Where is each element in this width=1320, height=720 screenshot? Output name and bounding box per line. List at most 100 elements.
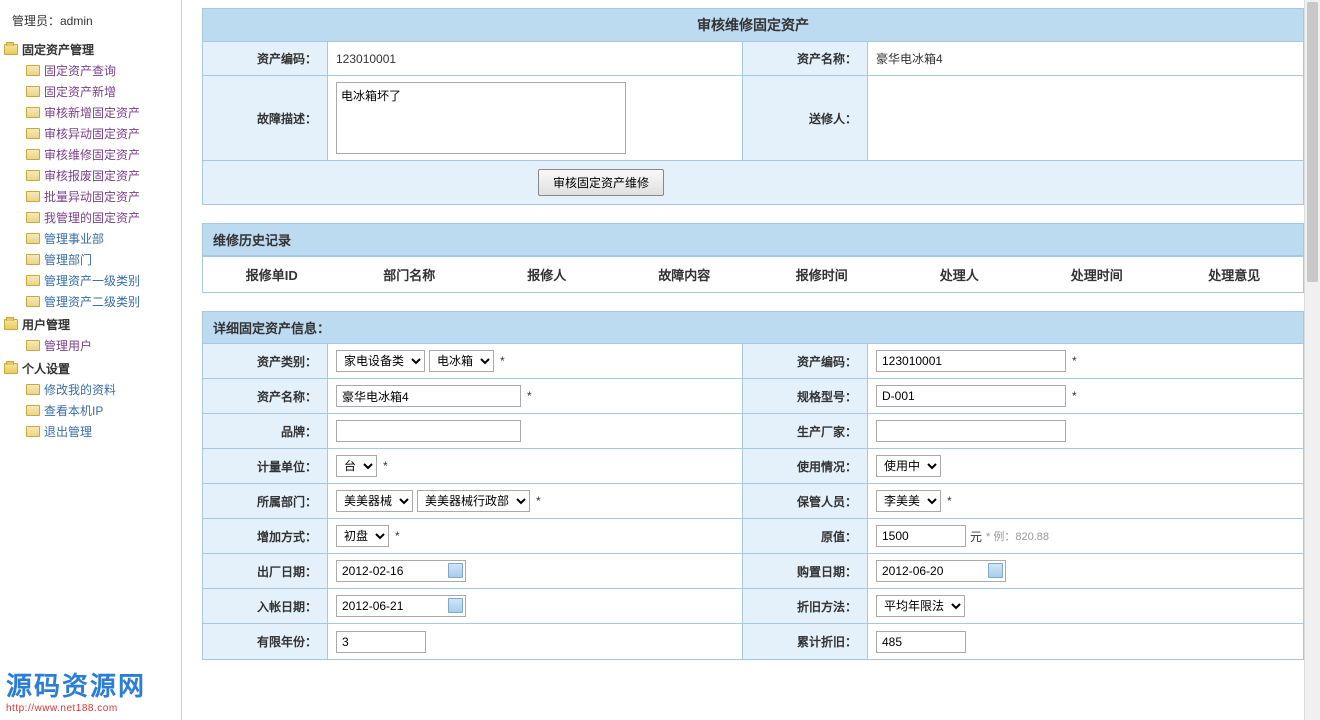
main-content: 审核维修固定资产 资产编码： 123010001 资产名称： 豪华电冰箱4 故障… (182, 0, 1320, 720)
calendar-icon[interactable] (448, 563, 463, 578)
folder-icon (26, 128, 40, 139)
select-input[interactable]: 初盘 (336, 525, 389, 547)
tree-item[interactable]: 管理资产一级类别 (26, 270, 177, 291)
sidebar: 管理员：admin 固定资产管理固定资产查询固定资产新增审核新增固定资产审核异动… (0, 0, 182, 720)
field-value: 李美美* (868, 484, 1303, 518)
folder-open-icon (4, 363, 18, 374)
fault-desc-textarea[interactable] (336, 82, 626, 154)
detail-title: 详细固定资产信息： (203, 312, 1303, 344)
calendar-icon[interactable] (448, 598, 463, 613)
folder-icon (26, 426, 40, 437)
tree-item[interactable]: 管理事业部 (26, 228, 177, 249)
panel-title: 审核维修固定资产 (203, 9, 1303, 42)
field-value: 家电设备类电冰箱 * (328, 344, 742, 378)
scrollbar[interactable] (1304, 0, 1320, 720)
tree-item[interactable]: 审核新增固定资产 (26, 102, 177, 123)
date-input[interactable] (876, 560, 1006, 582)
field-label: 有限年份： (203, 624, 328, 659)
required-star: * (1072, 389, 1077, 403)
history-columns: 报修单ID部门名称报修人故障内容报修时间处理人处理时间处理意见 (203, 256, 1303, 292)
calendar-icon[interactable] (988, 563, 1003, 578)
sender-value (868, 76, 1303, 160)
text-input[interactable] (336, 631, 426, 653)
tree-item[interactable]: 管理用户 (26, 335, 177, 356)
field-value (868, 554, 1303, 588)
field-label: 出厂日期： (203, 554, 328, 588)
tree-item[interactable]: 查看本机IP (26, 400, 177, 421)
tree-item[interactable]: 管理资产二级类别 (26, 291, 177, 312)
tree-group[interactable]: 用户管理 (4, 314, 177, 335)
text-input[interactable] (336, 385, 521, 407)
sender-label: 送修人： (743, 76, 868, 160)
required-star: * (1072, 354, 1077, 368)
history-title: 维修历史记录 (203, 224, 1303, 256)
field-value: * (868, 379, 1303, 413)
field-label: 生产厂家： (743, 414, 868, 448)
tree-item[interactable]: 退出管理 (26, 421, 177, 442)
field-value: * (868, 344, 1303, 378)
text-input[interactable] (336, 420, 521, 442)
field-value: 美美器械美美器械行政部 * (328, 484, 742, 518)
history-col: 报修人 (478, 257, 616, 292)
select-input[interactable]: 美美器械 (336, 490, 413, 512)
select-input[interactable]: 使用中 (876, 455, 941, 477)
text-input[interactable] (876, 385, 1066, 407)
folder-open-icon (4, 319, 18, 330)
select-input[interactable]: 电冰箱 (429, 350, 494, 372)
tree-item[interactable]: 审核维修固定资产 (26, 144, 177, 165)
tree-group[interactable]: 固定资产管理 (4, 39, 177, 60)
asset-code-label: 资产编码： (203, 42, 328, 75)
tree-item[interactable]: 批量异动固定资产 (26, 186, 177, 207)
field-value (328, 624, 742, 659)
approve-repair-button[interactable]: 审核固定资产维修 (538, 169, 664, 196)
field-label: 计量单位： (203, 449, 328, 483)
history-col: 故障内容 (616, 257, 754, 292)
hint-text: * 例：820.88 (986, 528, 1049, 544)
date-input[interactable] (336, 560, 466, 582)
select-input[interactable]: 台 (336, 455, 377, 477)
select-input[interactable]: 美美器械行政部 (417, 490, 530, 512)
select-input[interactable]: 平均年限法 (876, 595, 965, 617)
required-star: * (527, 389, 532, 403)
folder-icon (26, 340, 40, 351)
folder-icon (26, 254, 40, 265)
text-input[interactable] (876, 631, 966, 653)
asset-code-value: 123010001 (328, 42, 742, 75)
tree-item[interactable]: 管理部门 (26, 249, 177, 270)
field-label: 原值： (743, 519, 868, 553)
tree-item[interactable]: 修改我的资料 (26, 379, 177, 400)
text-input[interactable] (876, 350, 1066, 372)
history-col: 处理时间 (1028, 257, 1166, 292)
history-col: 处理意见 (1166, 257, 1304, 292)
folder-icon (26, 107, 40, 118)
field-value: 初盘 * (328, 519, 742, 553)
folder-icon (26, 170, 40, 181)
required-star: * (536, 494, 541, 508)
tree-item[interactable]: 固定资产查询 (26, 60, 177, 81)
tree-item[interactable]: 审核报废固定资产 (26, 165, 177, 186)
folder-open-icon (4, 44, 18, 55)
scrollbar-thumb[interactable] (1307, 2, 1318, 282)
tree-group[interactable]: 个人设置 (4, 358, 177, 379)
tree-item[interactable]: 我管理的固定资产 (26, 207, 177, 228)
field-label: 使用情况： (743, 449, 868, 483)
select-input[interactable]: 李美美 (876, 490, 941, 512)
required-star: * (500, 354, 505, 368)
required-star: * (383, 459, 388, 473)
tree-item[interactable]: 审核异动固定资产 (26, 123, 177, 144)
select-input[interactable]: 家电设备类 (336, 350, 425, 372)
field-label: 入帐日期： (203, 589, 328, 623)
tree-item[interactable]: 固定资产新增 (26, 81, 177, 102)
field-label: 资产名称： (203, 379, 328, 413)
folder-icon (26, 233, 40, 244)
field-label: 品牌： (203, 414, 328, 448)
folder-icon (26, 65, 40, 76)
field-value: 台* (328, 449, 742, 483)
folder-icon (26, 191, 40, 202)
required-star: * (395, 529, 400, 543)
fault-desc-label: 故障描述： (203, 76, 328, 160)
date-input[interactable] (336, 595, 466, 617)
asset-detail-panel: 详细固定资产信息： 资产类别：家电设备类电冰箱*资产编码：*资产名称：*规格型号… (202, 311, 1304, 660)
text-input[interactable] (876, 525, 966, 547)
text-input[interactable] (876, 420, 1066, 442)
